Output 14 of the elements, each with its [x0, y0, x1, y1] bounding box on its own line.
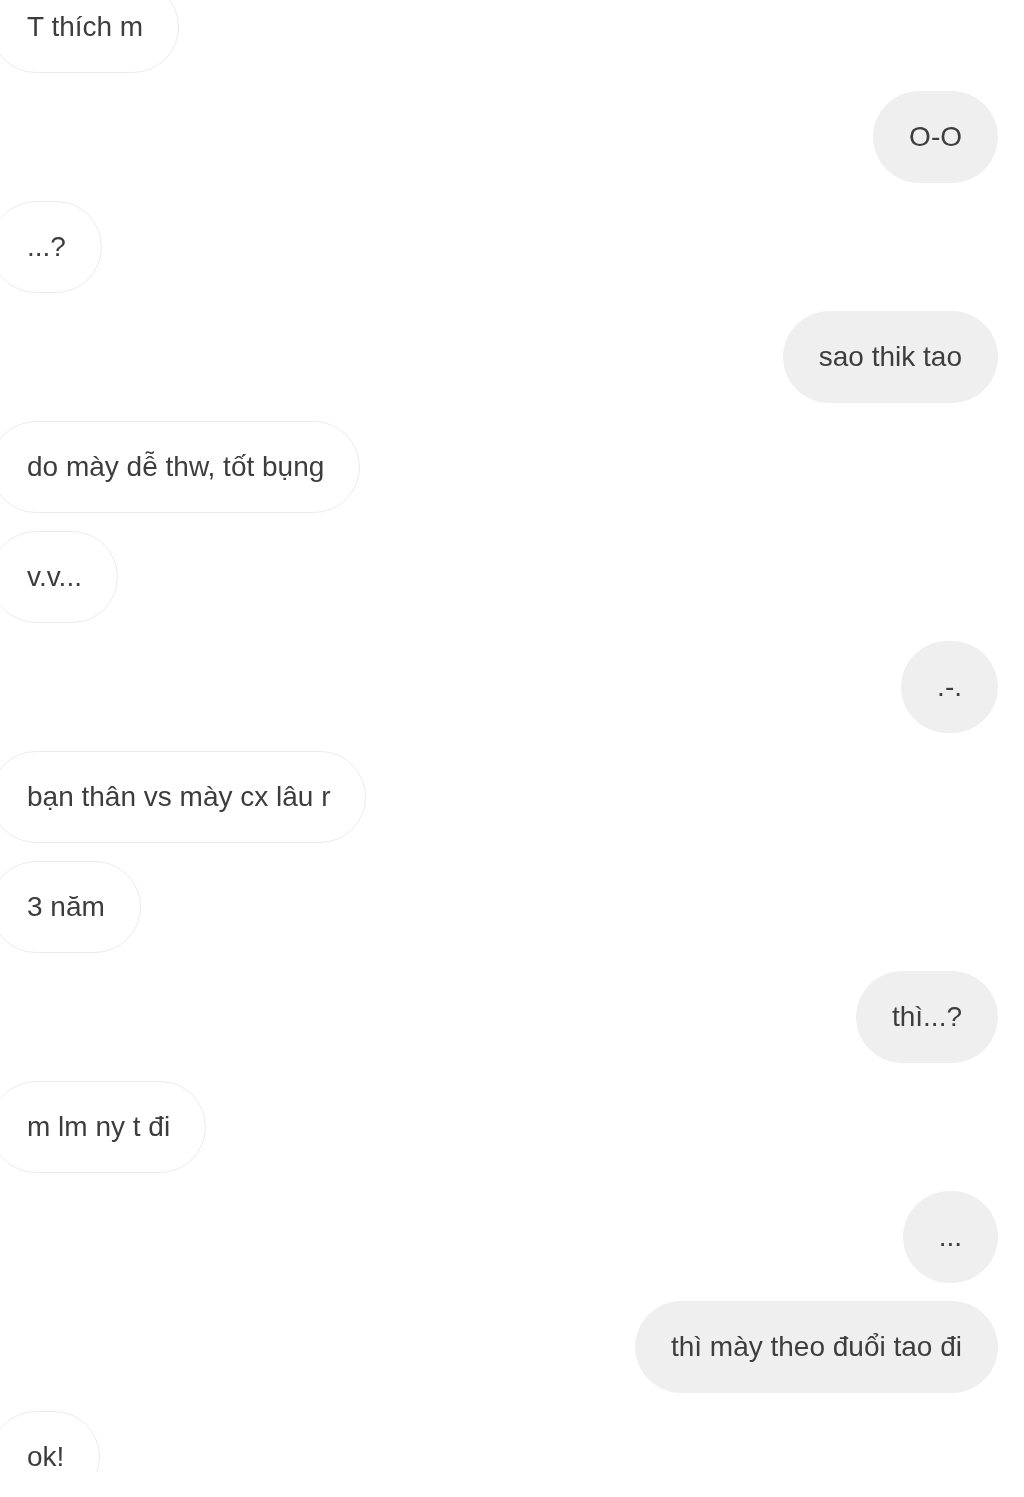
message-bubble: ...?	[0, 201, 102, 293]
message-bubble: do mày dễ thw, tốt bụng	[0, 421, 361, 513]
message-bubble: ...	[902, 1191, 998, 1283]
message-bubble: m lm ny t đi	[0, 1081, 207, 1173]
message-bubble: O-O	[873, 91, 998, 183]
message-bubble: thì mày theo đuổi tao đi	[634, 1301, 998, 1393]
message-bubble: v.v...	[0, 531, 118, 623]
message-bubble: thì...?	[855, 971, 998, 1063]
message-bubble: 3 năm	[0, 861, 141, 953]
message-bubble: .-.	[901, 641, 998, 733]
message-bubble: sao thik tao	[782, 311, 998, 403]
message-bubble: bạn thân vs mày cx lâu r	[0, 751, 367, 843]
message-bubble: T thích m	[0, 0, 180, 73]
message-bubble: ok!	[0, 1411, 101, 1472]
